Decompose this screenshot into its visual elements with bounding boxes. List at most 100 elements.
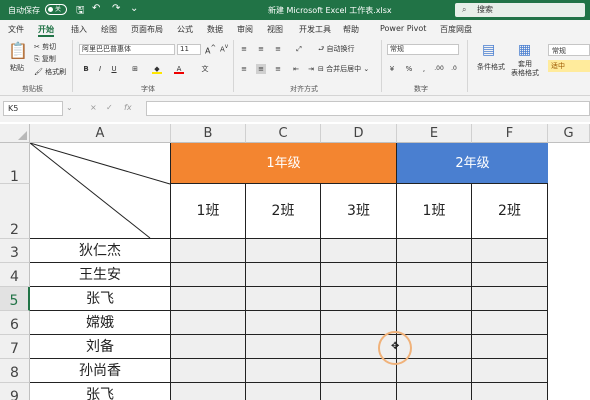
fx-icon[interactable]: fx	[124, 103, 132, 112]
data-cell[interactable]	[246, 239, 321, 263]
decrease-decimal-icon[interactable]: .0	[449, 64, 459, 74]
data-cell[interactable]	[171, 359, 246, 383]
row-header-1[interactable]: 1	[0, 143, 30, 185]
paste-button[interactable]: 粘贴	[10, 63, 24, 73]
row-header-9[interactable]: 9	[0, 383, 30, 400]
paste-icon[interactable]: 📋	[8, 41, 28, 60]
format-as-table-button[interactable]: 套用 表格格式	[511, 60, 539, 78]
name-cell[interactable]: 张飞	[30, 383, 171, 400]
name-box[interactable]: K5	[3, 101, 63, 116]
increase-indent-icon[interactable]: ⇥	[306, 64, 316, 74]
undo-icon[interactable]: ↶	[92, 3, 100, 14]
align-right-icon[interactable]: ≡	[273, 64, 283, 74]
name-cell[interactable]: 孙尚香	[30, 359, 171, 383]
cancel-icon[interactable]: ×	[90, 103, 97, 112]
data-cell[interactable]	[246, 335, 321, 359]
tab-data[interactable]: 数据	[207, 24, 223, 35]
data-cell[interactable]	[397, 311, 472, 335]
class-header-cell[interactable]: 1班	[397, 184, 472, 239]
merge-center-button[interactable]: ⊟ 合并后居中 ⌄	[318, 64, 369, 74]
increase-decimal-icon[interactable]: .00	[434, 64, 444, 74]
data-cell[interactable]	[397, 359, 472, 383]
data-cell[interactable]	[246, 383, 321, 400]
tab-draw[interactable]: 绘图	[101, 24, 117, 35]
fill-color-icon[interactable]: ◆	[152, 64, 162, 74]
grade-1-header[interactable]: 1年级	[171, 143, 397, 184]
row-header-4[interactable]: 4	[0, 263, 30, 287]
row-header-8[interactable]: 8	[0, 359, 30, 383]
conditional-format-icon[interactable]: ▤	[482, 42, 495, 58]
phonetic-icon[interactable]: 文	[200, 64, 210, 74]
tab-developer[interactable]: 开发工具	[299, 24, 331, 35]
data-cell[interactable]	[171, 263, 246, 287]
wrap-text-button[interactable]: ⮐ 自动换行	[318, 44, 355, 56]
currency-icon[interactable]: ¥	[387, 64, 397, 74]
conditional-format-button[interactable]: 条件格式	[477, 62, 505, 72]
align-bottom-icon[interactable]: ≡	[273, 44, 283, 54]
tab-help[interactable]: 帮助	[343, 24, 359, 35]
data-cell[interactable]	[246, 263, 321, 287]
copy-button[interactable]: ⎘ 复制	[34, 54, 56, 64]
formula-input[interactable]	[146, 101, 590, 116]
data-cell[interactable]	[246, 287, 321, 311]
font-size-select[interactable]: 11	[177, 44, 201, 55]
col-header-d[interactable]: D	[321, 124, 397, 143]
font-name-select[interactable]: 阿里巴巴普惠体	[79, 44, 175, 55]
italic-icon[interactable]: I	[95, 64, 105, 74]
data-cell[interactable]	[472, 359, 548, 383]
tab-page-layout[interactable]: 页面布局	[131, 24, 163, 35]
data-cell[interactable]	[171, 287, 246, 311]
comma-style-icon[interactable]: ,	[419, 64, 429, 74]
underline-icon[interactable]: U	[109, 64, 119, 74]
tab-baidu-netdisk[interactable]: 百度网盘	[440, 24, 472, 35]
col-header-b[interactable]: B	[171, 124, 246, 143]
font-color-icon[interactable]: A	[174, 64, 184, 74]
data-cell[interactable]	[397, 263, 472, 287]
data-cell[interactable]	[171, 335, 246, 359]
class-header-cell[interactable]: 1班	[171, 184, 246, 239]
data-cell[interactable]	[472, 263, 548, 287]
search-box[interactable]: ⌕ 搜索	[455, 3, 585, 17]
col-header-a[interactable]: A	[30, 124, 171, 143]
style-neutral[interactable]: 适中	[548, 60, 590, 72]
col-header-e[interactable]: E	[397, 124, 472, 143]
name-cell[interactable]: 嫦娥	[30, 311, 171, 335]
data-cell[interactable]	[472, 311, 548, 335]
save-icon[interactable]: 🖫	[76, 3, 85, 20]
name-cell[interactable]: 张飞	[30, 287, 171, 311]
tab-file[interactable]: 文件	[8, 24, 24, 35]
name-cell[interactable]: 狄仁杰	[30, 239, 171, 263]
cut-button[interactable]: ✂ 剪切	[34, 42, 56, 52]
tab-insert[interactable]: 插入	[71, 24, 87, 35]
autosave-toggle[interactable]: 关	[45, 4, 67, 15]
data-cell[interactable]	[472, 383, 548, 400]
tab-power-pivot[interactable]: Power Pivot	[380, 24, 426, 33]
redo-icon[interactable]: ↷	[112, 3, 120, 14]
enter-icon[interactable]: ✓	[106, 103, 113, 112]
align-center-icon[interactable]: ≡	[256, 64, 266, 74]
format-painter-button[interactable]: 🖌 格式刷	[34, 67, 66, 77]
align-left-icon[interactable]: ≡	[239, 64, 249, 74]
data-cell[interactable]	[171, 311, 246, 335]
name-cell[interactable]: 王生安	[30, 263, 171, 287]
data-cell[interactable]	[321, 239, 397, 263]
shrink-font-icon[interactable]: Av	[220, 44, 228, 53]
class-header-cell[interactable]: 2班	[472, 184, 548, 239]
percent-icon[interactable]: %	[404, 64, 414, 74]
class-header-cell[interactable]: 2班	[246, 184, 321, 239]
align-middle-icon[interactable]: ≡	[256, 44, 266, 54]
number-format-select[interactable]: 常规	[387, 44, 459, 55]
row-header-5[interactable]: 5	[0, 287, 30, 311]
style-normal[interactable]: 常规	[548, 44, 590, 56]
data-cell[interactable]	[472, 239, 548, 263]
format-as-table-icon[interactable]: ▦	[518, 42, 531, 58]
row-header-2[interactable]: 2	[0, 184, 30, 239]
data-cell[interactable]	[321, 383, 397, 400]
row-header-3[interactable]: 3	[0, 239, 30, 263]
data-cell[interactable]	[246, 311, 321, 335]
data-cell[interactable]	[472, 335, 548, 359]
select-all-corner[interactable]	[0, 124, 30, 143]
row-header-7[interactable]: 7	[0, 335, 30, 359]
name-cell[interactable]: 刘备	[30, 335, 171, 359]
diagonal-header-cell[interactable]	[30, 143, 171, 239]
